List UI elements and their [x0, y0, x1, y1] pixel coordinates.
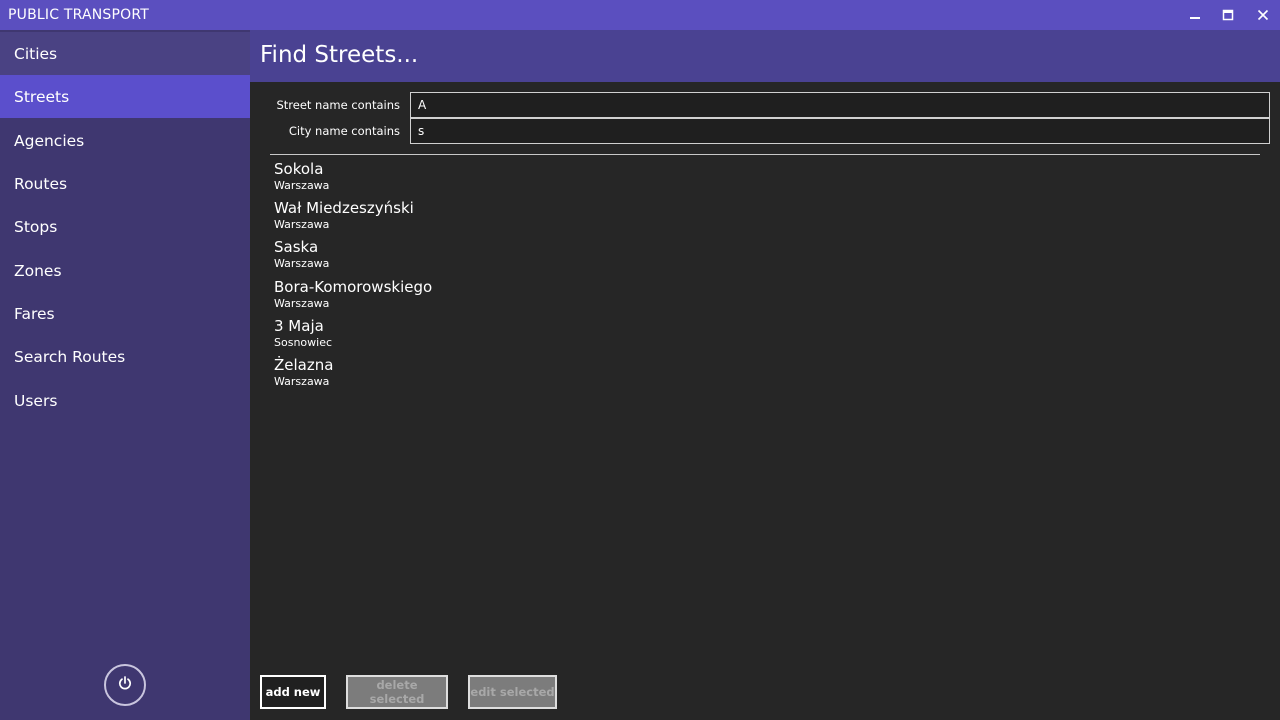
street-name: Żelazna — [274, 355, 334, 374]
sidebar-item-label: Agencies — [14, 131, 85, 150]
sidebar-item-agencies[interactable]: Agencies — [0, 119, 250, 162]
sidebar-item-routes[interactable]: Routes — [0, 162, 250, 205]
minimize-icon — [1189, 6, 1201, 25]
app-title: PUBLIC TRANSPORT — [8, 7, 150, 23]
street-results-list: Sokola Warszawa Wał Miedzeszyński Warsza… — [274, 159, 1254, 394]
city-name-input[interactable] — [410, 118, 1270, 144]
add-new-button[interactable]: add new — [260, 675, 326, 709]
sidebar-item-label: Routes — [14, 174, 68, 193]
city-name: Warszawa — [274, 257, 330, 271]
list-item[interactable]: 3 Maja Sosnowiec — [274, 316, 1254, 355]
sidebar-item-label: Fares — [14, 304, 55, 323]
city-name: Warszawa — [274, 296, 330, 310]
city-name: Warszawa — [274, 218, 330, 232]
sidebar-item-stops[interactable]: Stops — [0, 205, 250, 248]
list-item[interactable]: Wał Miedzeszyński Warszawa — [274, 198, 1254, 237]
street-name: Wał Miedzeszyński — [274, 199, 414, 218]
page-header: Find Streets... — [250, 30, 1280, 82]
edit-selected-button[interactable]: edit selected — [468, 675, 557, 709]
street-name-input[interactable] — [410, 92, 1270, 118]
delete-selected-button[interactable]: delete selected — [346, 675, 448, 709]
results-divider — [270, 154, 1260, 155]
sidebar-item-streets[interactable]: Streets — [0, 75, 250, 118]
street-name: 3 Maja — [274, 316, 324, 335]
city-filter-label: City name contains — [288, 124, 400, 138]
street-name: Sokola — [274, 160, 324, 178]
page-title: Find Streets... — [260, 42, 419, 68]
sidebar-item-label: Cities — [14, 44, 58, 63]
minimize-button[interactable] — [1178, 0, 1212, 30]
maximize-icon — [1222, 6, 1234, 25]
street-name: Saska — [274, 238, 319, 257]
list-item[interactable]: Saska Warszawa — [274, 237, 1254, 276]
sidebar-item-label: Users — [14, 391, 58, 410]
maximize-button[interactable] — [1211, 0, 1245, 30]
sidebar-item-label: Search Routes — [14, 347, 126, 366]
city-name: Warszawa — [274, 179, 330, 192]
list-item[interactable]: Sokola Warszawa — [274, 159, 1254, 198]
close-button[interactable] — [1246, 0, 1280, 30]
sidebar-item-label: Stops — [14, 217, 58, 236]
sidebar-item-users[interactable]: Users — [0, 379, 250, 422]
list-item[interactable]: Żelazna Warszawa — [274, 355, 1254, 394]
power-button[interactable] — [104, 664, 146, 706]
power-icon — [117, 675, 133, 695]
sidebar-item-search-routes[interactable]: Search Routes — [0, 335, 250, 378]
title-bar: PUBLIC TRANSPORT — [0, 0, 1280, 30]
sidebar: Cities Streets Agencies Routes Stops Zon… — [0, 30, 250, 720]
sidebar-item-label: Zones — [14, 261, 62, 280]
street-filter-label: Street name contains — [276, 98, 400, 112]
sidebar-item-fares[interactable]: Fares — [0, 292, 250, 335]
street-name: Bora-Komorowskiego — [274, 277, 433, 296]
list-item[interactable]: Bora-Komorowskiego Warszawa — [274, 277, 1254, 316]
city-name: Sosnowiec — [274, 335, 333, 349]
sidebar-item-zones[interactable]: Zones — [0, 249, 250, 292]
city-name: Warszawa — [274, 374, 330, 388]
sidebar-item-cities[interactable]: Cities — [0, 32, 250, 75]
sidebar-item-label: Streets — [14, 87, 70, 106]
close-icon — [1257, 6, 1269, 25]
